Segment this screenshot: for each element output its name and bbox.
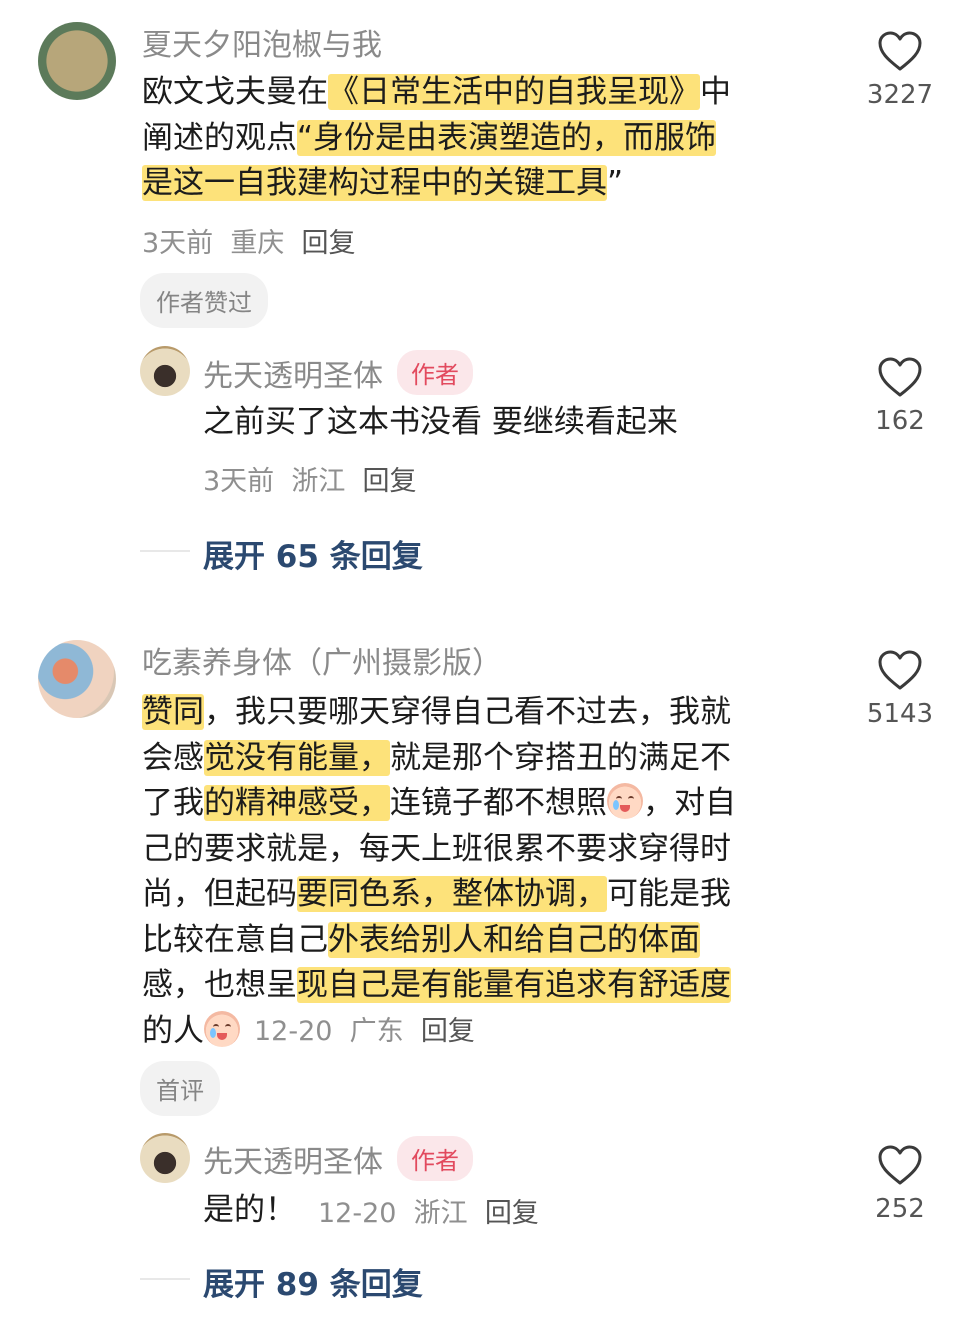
reply-text: 之前买了这本书没看 要继续看起来 (203, 404, 678, 440)
expand-replies-button[interactable]: 展开 89 条回复 (203, 1259, 423, 1304)
expand-replies-button[interactable]: 展开 65 条回复 (203, 531, 423, 576)
text-segment: 连镜子都不想照 (390, 785, 607, 821)
reply-time: 3天前 (203, 466, 275, 497)
reply-like-button[interactable]: 252 (850, 1144, 950, 1224)
reply-header: 先天透明圣体 作者 (203, 350, 473, 395)
author-badge: 作者 (397, 350, 473, 395)
comment-text-line: 了我的精神感受，连镜子都不想照 ，对自 (142, 781, 822, 827)
reply-header: 先天透明圣体 作者 (203, 1136, 473, 1181)
reply-button[interactable]: 回复 (302, 228, 356, 259)
author-badge: 作者 (397, 1136, 473, 1181)
highlighted-text: 是这一自我建构过程中的关键工具 (142, 165, 607, 201)
heart-outline-icon[interactable] (877, 649, 923, 691)
heart-outline-icon[interactable] (877, 1144, 923, 1186)
text-segment: 己的要求就是，每天上班很累不要求穿得时 (142, 830, 731, 867)
comment-text: 赞同，我只要哪天穿得自己看不过去，我就 会感觉没有能量，就是那个穿搭丑的满足不 … (142, 690, 822, 1054)
reply-like-button[interactable]: 162 (850, 356, 950, 436)
expand-divider (140, 1278, 190, 1280)
comment-text-line: 的人 12-20 广东 回复 (142, 1009, 822, 1055)
comment-location: 广东 (349, 1015, 404, 1047)
text-segment: ” (607, 165, 624, 201)
highlighted-text: 现自己是有能量有追求有舒适度 (297, 967, 731, 1003)
highlighted-text: 觉没有能量， (204, 739, 390, 776)
text-segment: 尚，但起码 (142, 876, 297, 912)
text-segment: 了我 (142, 785, 204, 821)
like-button[interactable]: 5143 (850, 649, 950, 729)
comment-text-line: 尚，但起码要同色系，整体协调，可能是我 (142, 872, 822, 918)
expand-divider (140, 550, 190, 552)
like-count: 3227 (866, 80, 934, 110)
reply-meta: 3天前 浙江 回复 (203, 459, 417, 498)
comment-username[interactable]: 夏天夕阳泡椒与我 (142, 20, 382, 64)
comment-meta: 3天前 重庆 回复 (142, 221, 356, 260)
reply-location: 浙江 (413, 1198, 468, 1230)
like-count: 252 (875, 1194, 925, 1224)
comment-text-line: 是这一自我建构过程中的关键工具” (142, 161, 822, 207)
reply-time: 12-20 (318, 1198, 397, 1230)
reply-body: 是的！ 12-20 浙江 回复 (203, 1188, 539, 1234)
comment-text-line: 会感觉没有能量，就是那个穿搭丑的满足不 (142, 736, 822, 782)
first-comment-tag: 首评 (140, 1061, 220, 1116)
reply-username[interactable]: 先天透明圣体 (203, 351, 383, 395)
highlighted-text: 要同色系，整体协调， (297, 876, 607, 912)
text-segment: 比较在意自己 (142, 921, 328, 958)
comment-text-line: 欧文戈夫曼在《日常生活中的自我呈现》中 (142, 70, 822, 116)
reply-meta: 12-20 浙江 回复 (318, 1191, 539, 1230)
heart-outline-icon[interactable] (877, 30, 923, 72)
avatar[interactable] (38, 640, 116, 718)
like-count: 162 (875, 406, 925, 436)
highlighted-text: 赞同 (142, 694, 204, 730)
reply-avatar[interactable] (140, 1133, 190, 1183)
reply-avatar[interactable] (140, 346, 190, 396)
comment-time: 12-20 (254, 1015, 333, 1047)
like-count: 5143 (866, 699, 934, 729)
comment-text: 欧文戈夫曼在《日常生活中的自我呈现》中 阐述的观点“身份是由表演塑造的，而服饰 … (142, 70, 822, 207)
crying-face-emoji-icon (204, 1010, 240, 1047)
text-segment: 中 (700, 74, 731, 110)
reply-text: 是的！ (203, 1192, 296, 1228)
text-segment: 会感 (142, 739, 204, 776)
comment-username[interactable]: 吃素养身体（广州摄影版） (142, 638, 502, 682)
comment-time: 3天前 (142, 228, 214, 259)
text-segment: 可能是我 (607, 876, 731, 912)
comment-location: 重庆 (230, 228, 285, 259)
highlighted-text: 的精神感受， (204, 785, 390, 821)
comment-text-line: 比较在意自己外表给别人和给自己的体面 (142, 918, 822, 964)
text-segment: ，我只要哪天穿得自己看不过去，我就 (204, 694, 731, 730)
text-segment: 就是那个穿搭丑的满足不 (390, 739, 731, 776)
comment-text-line: 感，也想呈现自己是有能量有追求有舒适度 (142, 963, 822, 1009)
comment-meta: 12-20 广东 回复 (254, 1009, 475, 1055)
text-segment: 欧文戈夫曼在 (142, 74, 328, 110)
comment-text-line: 阐述的观点“身份是由表演塑造的，而服饰 (142, 116, 822, 162)
text-segment: ，对自 (643, 785, 736, 821)
comment-text-tail: 的人 (142, 1009, 240, 1055)
heart-outline-icon[interactable] (877, 356, 923, 398)
highlighted-text: 《日常生活中的自我呈现》 (328, 74, 700, 110)
reply-location: 浙江 (291, 466, 346, 497)
text-segment: 的人 (142, 1012, 204, 1049)
highlighted-text: “身份是由表演塑造的，而服饰 (297, 119, 717, 156)
highlighted-text: 外表给别人和给自己的体面 (328, 921, 700, 958)
comment-text-line: 己的要求就是，每天上班很累不要求穿得时 (142, 827, 822, 873)
reply-button[interactable]: 回复 (485, 1198, 539, 1229)
comment-text-line: 赞同，我只要哪天穿得自己看不过去，我就 (142, 690, 822, 736)
author-liked-tag: 作者赞过 (140, 273, 268, 328)
like-button[interactable]: 3227 (850, 30, 950, 110)
avatar[interactable] (38, 22, 116, 100)
reply-username[interactable]: 先天透明圣体 (203, 1137, 383, 1181)
reply-button[interactable]: 回复 (421, 1016, 475, 1047)
crying-face-emoji-icon (607, 783, 643, 819)
text-segment: 感，也想呈 (142, 967, 297, 1003)
text-segment: 阐述的观点 (142, 119, 297, 156)
reply-button[interactable]: 回复 (363, 466, 417, 497)
